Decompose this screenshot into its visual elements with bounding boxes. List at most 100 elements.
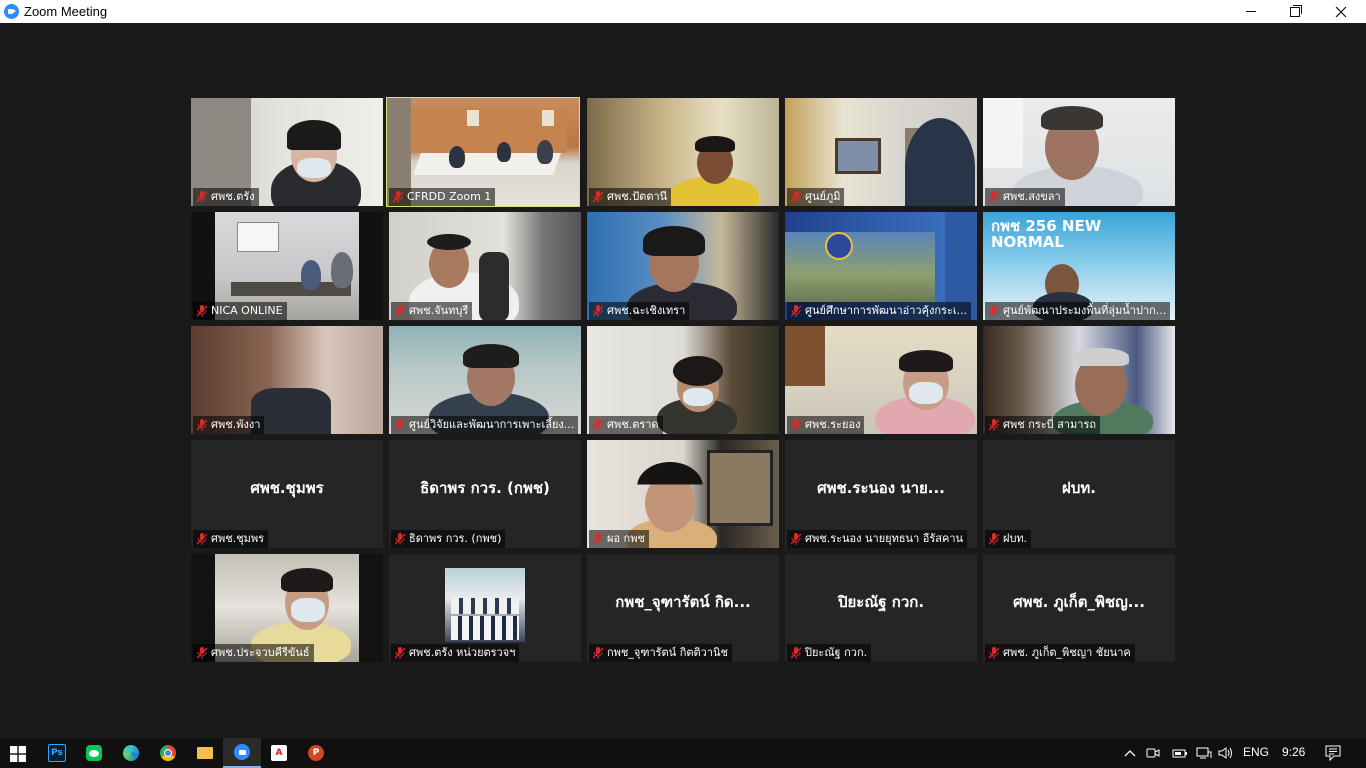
participant-tile[interactable]: ศพช.ประจวบคีรีขันธ์	[191, 554, 383, 662]
minimize-button[interactable]	[1228, 0, 1274, 23]
participant-name: ศพช.ตรัง หน่วยตรวจฯ	[391, 644, 520, 662]
language-indicator[interactable]: ENG	[1243, 745, 1269, 759]
mic-muted-icon	[197, 647, 207, 659]
participant-name: ผอ กพช	[589, 530, 649, 548]
mic-muted-icon	[593, 191, 603, 203]
title-bar: Zoom Meeting	[0, 0, 1366, 23]
participant-tile-no-video[interactable]: ศพช. ภูเก็ต_พิชญ... ศพช. ภูเก็ต_พิชญา ชั…	[983, 554, 1175, 662]
participant-tile[interactable]: ศูนย์วิจัยและพัฒนาการเพาะเลี้ยง...	[389, 326, 581, 434]
edge-icon	[123, 745, 139, 761]
close-icon	[1335, 6, 1347, 17]
participant-tile-active-speaker[interactable]: CFRDD Zoom 1	[386, 97, 580, 207]
participant-name: ศพช.ตรัง	[193, 188, 259, 206]
mic-muted-icon	[395, 647, 405, 659]
participant-name: CFRDD Zoom 1	[389, 188, 496, 206]
notifications-icon[interactable]	[1325, 745, 1341, 761]
mic-muted-icon	[989, 533, 999, 545]
participant-tile-no-video[interactable]: ศพช.ระนอง นาย... ศพช.ระนอง นายยุทธนา อีร…	[785, 440, 977, 548]
acrobat-icon: A	[271, 745, 287, 761]
participant-name: ศพช.ปัตตานี	[589, 188, 672, 206]
participant-tile-no-video[interactable]: ฝบท. ฝบท.	[983, 440, 1175, 548]
mic-muted-icon	[791, 305, 801, 317]
participant-tile[interactable]: ศพช.จันทบุรี	[389, 212, 581, 320]
mic-muted-icon	[197, 305, 207, 317]
participant-tile[interactable]: ศพช.ตรัง หน่วยตรวจฯ	[389, 554, 581, 662]
meet-now-icon[interactable]	[1146, 746, 1160, 760]
taskbar-powerpoint[interactable]: P	[297, 738, 335, 768]
participant-name: ศพช.ชุมพร	[193, 530, 269, 548]
mic-muted-icon	[197, 419, 207, 431]
mic-muted-icon	[989, 305, 999, 317]
windows-start-icon[interactable]	[10, 746, 26, 762]
participant-tile[interactable]: กพช 256 NEW NORMAL ศูนย์พัฒนาประมงพื้นที…	[983, 212, 1175, 320]
participant-tile[interactable]: ศพช.ตราด	[587, 326, 779, 434]
volume-icon[interactable]	[1218, 746, 1234, 760]
participant-tile-no-video[interactable]: ปิยะณัฐ กวก. ปิยะณัฐ กวก.	[785, 554, 977, 662]
participant-display-name: ศพช. ภูเก็ต_พิชญ...	[1013, 593, 1145, 611]
powerpoint-icon: P	[308, 745, 324, 761]
battery-icon[interactable]	[1172, 746, 1188, 760]
clock[interactable]: 9:26	[1282, 745, 1305, 759]
participant-tile-no-video[interactable]: ศพช.ชุมพร ศพช.ชุมพร	[191, 440, 383, 548]
line-icon	[86, 745, 102, 761]
mic-muted-icon	[395, 305, 405, 317]
photoshop-icon: Ps	[48, 744, 66, 762]
network-icon[interactable]	[1196, 746, 1212, 760]
taskbar-acrobat[interactable]: A	[260, 738, 298, 768]
participant-name: ปิยะณัฐ กวก.	[787, 644, 872, 662]
taskbar-edge[interactable]	[112, 738, 150, 768]
taskbar-line[interactable]	[75, 738, 113, 768]
participant-tile-no-video[interactable]: ธิดาพร กวร. (กพช) ธิดาพร กวร. (กพช)	[389, 440, 581, 548]
participant-tile[interactable]: ศพช.พังงา	[191, 326, 383, 434]
zoom-icon	[234, 744, 250, 760]
participant-name: NICA ONLINE	[193, 302, 287, 320]
participant-name: ฝบท.	[985, 530, 1032, 548]
participant-name: ศพช.ฉะเชิงเทรา	[589, 302, 690, 320]
mic-muted-icon	[791, 191, 801, 203]
taskbar-photoshop[interactable]: Ps	[38, 738, 76, 768]
mic-muted-icon	[791, 419, 801, 431]
banner-text: กพช 256 NEW NORMAL	[991, 217, 1102, 251]
taskbar-chrome[interactable]	[149, 738, 187, 768]
participant-display-name: ธิดาพร กวร. (กพช)	[420, 479, 550, 497]
mic-muted-icon	[593, 533, 603, 545]
participant-name: ศพช.สงขลา	[985, 188, 1065, 206]
participant-name: ศูนย์พัฒนาประมงพื้นที่ลุ่มน้ำปาก...	[985, 302, 1171, 320]
close-button[interactable]	[1318, 0, 1364, 23]
taskbar-file-explorer[interactable]	[186, 738, 224, 768]
restore-button[interactable]	[1272, 0, 1318, 23]
participant-tile[interactable]: ศพช.ปัตตานี	[587, 98, 779, 206]
mic-muted-icon	[791, 533, 801, 545]
chevron-up-icon[interactable]	[1124, 748, 1136, 758]
participant-name: ศพช.ตราด	[589, 416, 663, 434]
participant-tile-no-video[interactable]: กพช_จุฑารัตน์ กิด... กพช_จุฑารัตน์ กิตติ…	[587, 554, 779, 662]
participant-tile[interactable]: ศพช.สงขลา	[983, 98, 1175, 206]
participant-tile[interactable]: ศพช.ฉะเชิงเทรา	[587, 212, 779, 320]
mic-muted-icon	[989, 191, 999, 203]
participant-display-name: กพช_จุฑารัตน์ กิด...	[615, 593, 751, 611]
zoom-app-icon	[4, 4, 19, 19]
participant-name: ศพช กระบี่ สามารถ	[985, 416, 1101, 434]
participant-tile[interactable]: ศพช.ตรัง	[191, 98, 383, 206]
mic-muted-icon	[393, 191, 403, 203]
folder-icon	[197, 747, 213, 759]
participant-tile[interactable]: ศูนย์ศึกษาการพัฒนาอ่าวคุ้งกระเ...	[785, 212, 977, 320]
participant-display-name: ปิยะณัฐ กวก.	[837, 593, 925, 611]
taskbar-zoom[interactable]	[223, 738, 261, 768]
mic-muted-icon	[593, 419, 603, 431]
participant-tile[interactable]: ศพช กระบี่ สามารถ	[983, 326, 1175, 434]
participant-tile[interactable]: NICA ONLINE	[191, 212, 383, 320]
minimize-icon	[1246, 11, 1256, 12]
participant-name: ศูนย์ศึกษาการพัฒนาอ่าวคุ้งกระเ...	[787, 302, 972, 320]
mic-muted-icon	[197, 191, 207, 203]
taskbar: Ps A P ENG 9:26	[0, 738, 1366, 768]
participant-tile[interactable]: ศพช.ระยอง	[785, 326, 977, 434]
participant-tile[interactable]: ผอ กพช	[587, 440, 779, 548]
participant-name: ศพช.จันทบุรี	[391, 302, 473, 320]
participant-name: ศพช.ระยอง	[787, 416, 865, 434]
mic-muted-icon	[989, 647, 999, 659]
window-title: Zoom Meeting	[24, 4, 108, 19]
mic-muted-icon	[197, 533, 207, 545]
participant-name: ศูนย์วิจัยและพัฒนาการเพาะเลี้ยง...	[391, 416, 579, 434]
participant-tile[interactable]: ศูนย์ภูมิ	[785, 98, 977, 206]
